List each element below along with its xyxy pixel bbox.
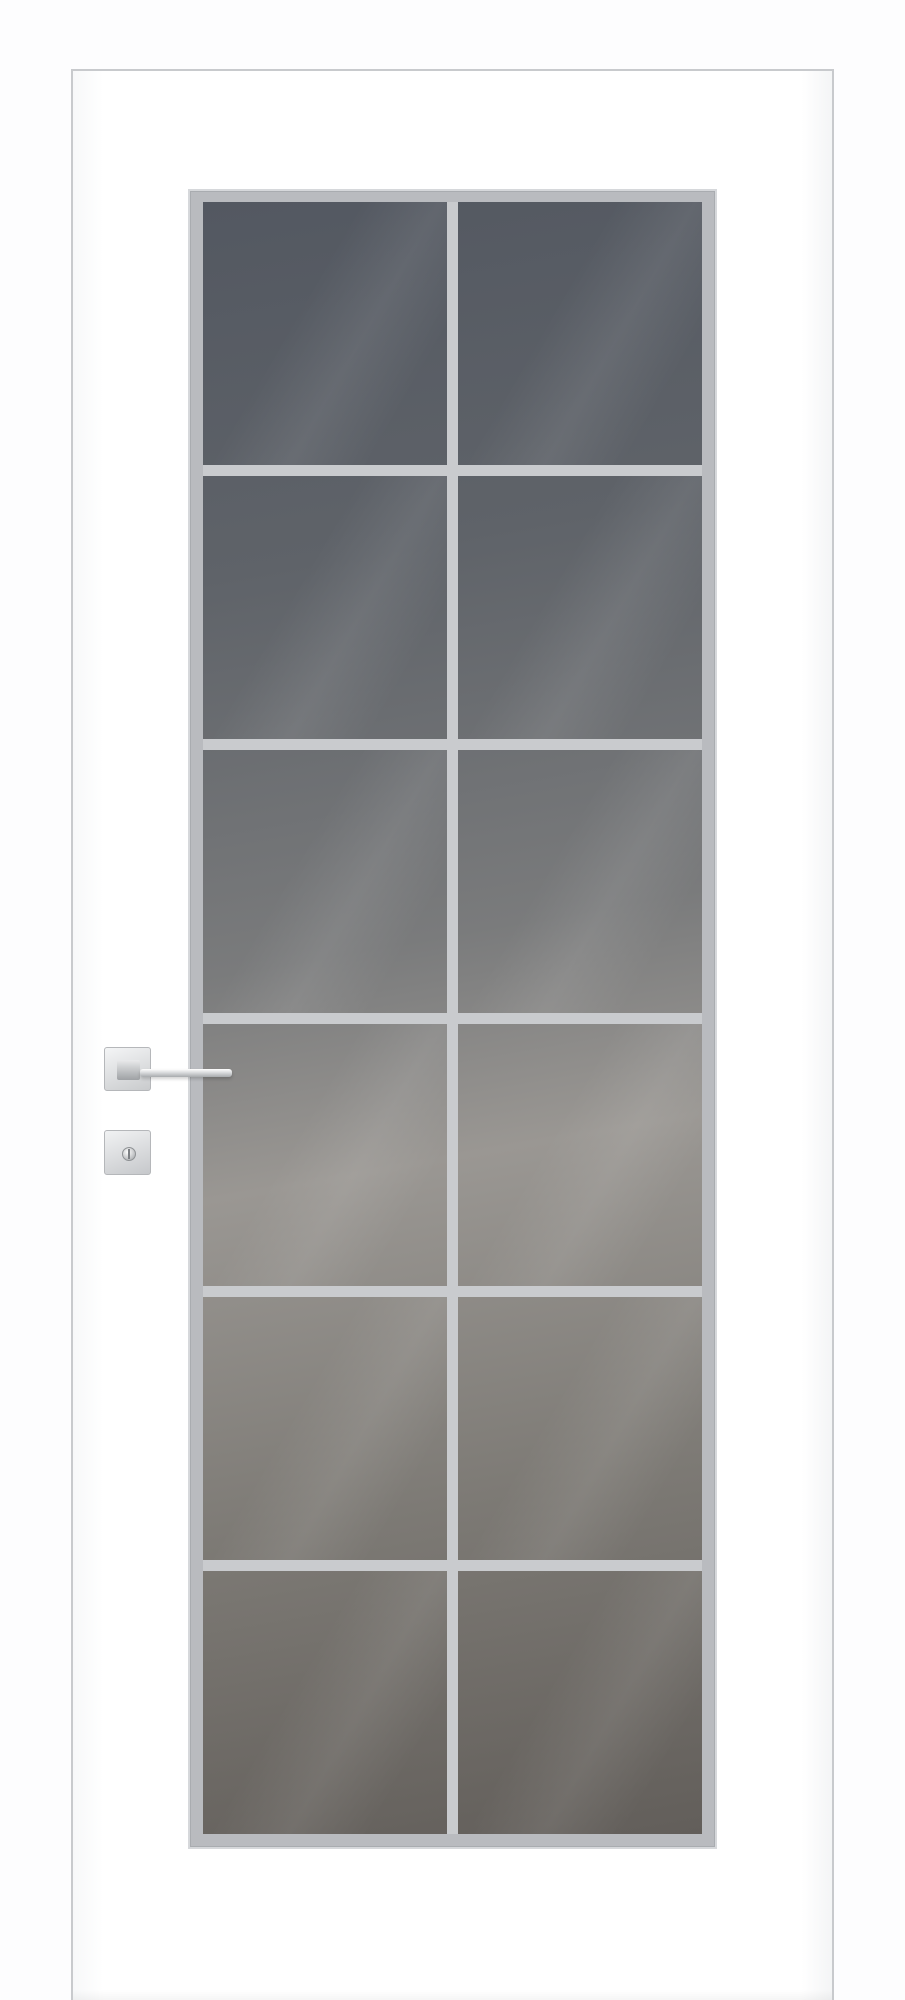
glass-tint xyxy=(458,749,702,1013)
glass-tint xyxy=(203,1297,447,1561)
glass-pane xyxy=(203,1023,447,1287)
rosette-plate xyxy=(117,1060,140,1080)
glass-pane xyxy=(203,475,447,739)
glass-pane xyxy=(458,749,702,1013)
floor-shadow xyxy=(73,1990,832,2000)
glass-pane xyxy=(458,475,702,739)
glass-pane xyxy=(203,1297,447,1561)
glass-pane xyxy=(458,1571,702,1834)
glass-tint xyxy=(458,202,702,465)
glass-tint xyxy=(203,749,447,1013)
glass-pane xyxy=(458,1023,702,1287)
glass-pane xyxy=(203,749,447,1013)
glass-tint xyxy=(203,1571,447,1834)
glass-pane xyxy=(458,1297,702,1561)
glass-tint xyxy=(458,1571,702,1834)
glass-tint xyxy=(203,1023,447,1287)
thumb-turn-lock-icon xyxy=(122,1147,136,1161)
glass-pane xyxy=(458,202,702,465)
glass-tint xyxy=(203,475,447,739)
glass-pane xyxy=(203,1571,447,1834)
glass-tint xyxy=(458,1297,702,1561)
lock-escutcheon xyxy=(104,1130,151,1175)
door-image xyxy=(0,0,905,2000)
glass-pane xyxy=(203,202,447,465)
muntin-grid xyxy=(203,202,702,1834)
glass-tint xyxy=(458,475,702,739)
lever-handle-icon xyxy=(140,1069,232,1077)
glass-tint xyxy=(203,202,447,465)
glass-tint xyxy=(458,1023,702,1287)
glass-panel xyxy=(188,189,717,1849)
